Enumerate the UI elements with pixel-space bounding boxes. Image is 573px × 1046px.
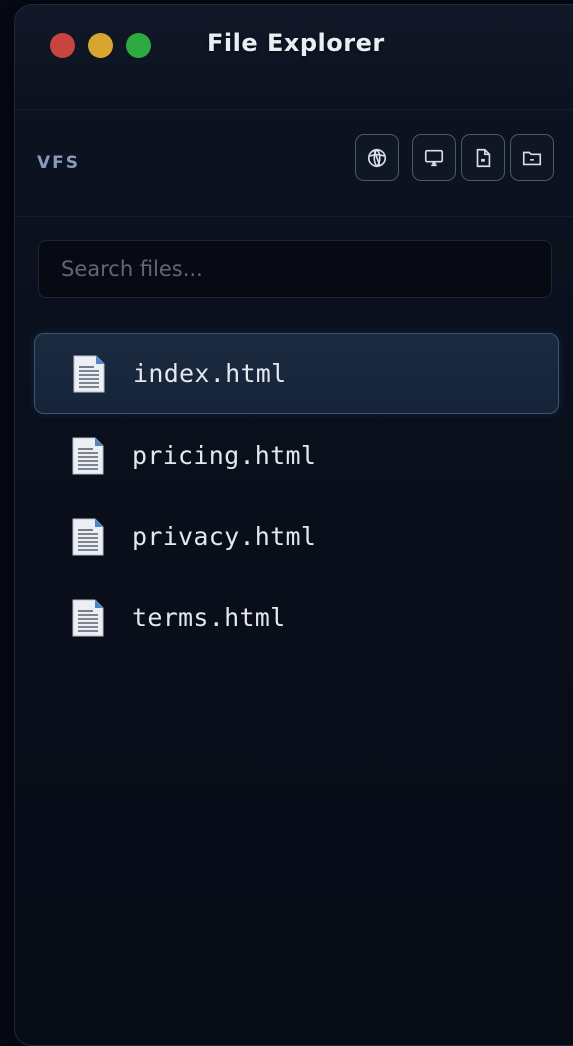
- close-window-button[interactable]: [50, 33, 75, 58]
- document-icon: [72, 599, 104, 636]
- file-name: pricing.html: [132, 441, 317, 470]
- minimize-window-button[interactable]: [88, 33, 113, 58]
- monitor-icon: [424, 149, 444, 166]
- file-list: index.html pricing.html privacy.html ter…: [34, 333, 559, 659]
- monitor-button[interactable]: [412, 134, 456, 181]
- file-item-pricing[interactable]: pricing.html: [34, 416, 559, 495]
- new-file-icon: [476, 148, 491, 167]
- title-bar[interactable]: File Explorer: [15, 5, 573, 110]
- new-folder-button[interactable]: [510, 134, 554, 181]
- document-icon: [72, 437, 104, 474]
- file-name: privacy.html: [132, 522, 317, 551]
- file-item-index[interactable]: index.html: [34, 333, 559, 414]
- search-input[interactable]: [39, 241, 551, 297]
- toolbar: VFS: [15, 110, 573, 217]
- document-icon: [73, 355, 105, 392]
- globe-icon: [367, 148, 387, 167]
- file-item-terms[interactable]: terms.html: [34, 578, 559, 657]
- file-explorer-window: File Explorer VFS Search files... index.…: [14, 4, 573, 1046]
- file-item-privacy[interactable]: privacy.html: [34, 497, 559, 576]
- file-name: terms.html: [132, 603, 286, 632]
- maximize-window-button[interactable]: [126, 33, 151, 58]
- new-folder-icon: [522, 151, 542, 165]
- globe-button[interactable]: [355, 134, 399, 181]
- new-file-button[interactable]: [461, 134, 505, 181]
- vfs-label: VFS: [37, 153, 81, 173]
- window-title: File Explorer: [207, 29, 385, 57]
- file-name: index.html: [133, 359, 287, 388]
- search-box[interactable]: [38, 240, 552, 298]
- document-icon: [72, 518, 104, 555]
